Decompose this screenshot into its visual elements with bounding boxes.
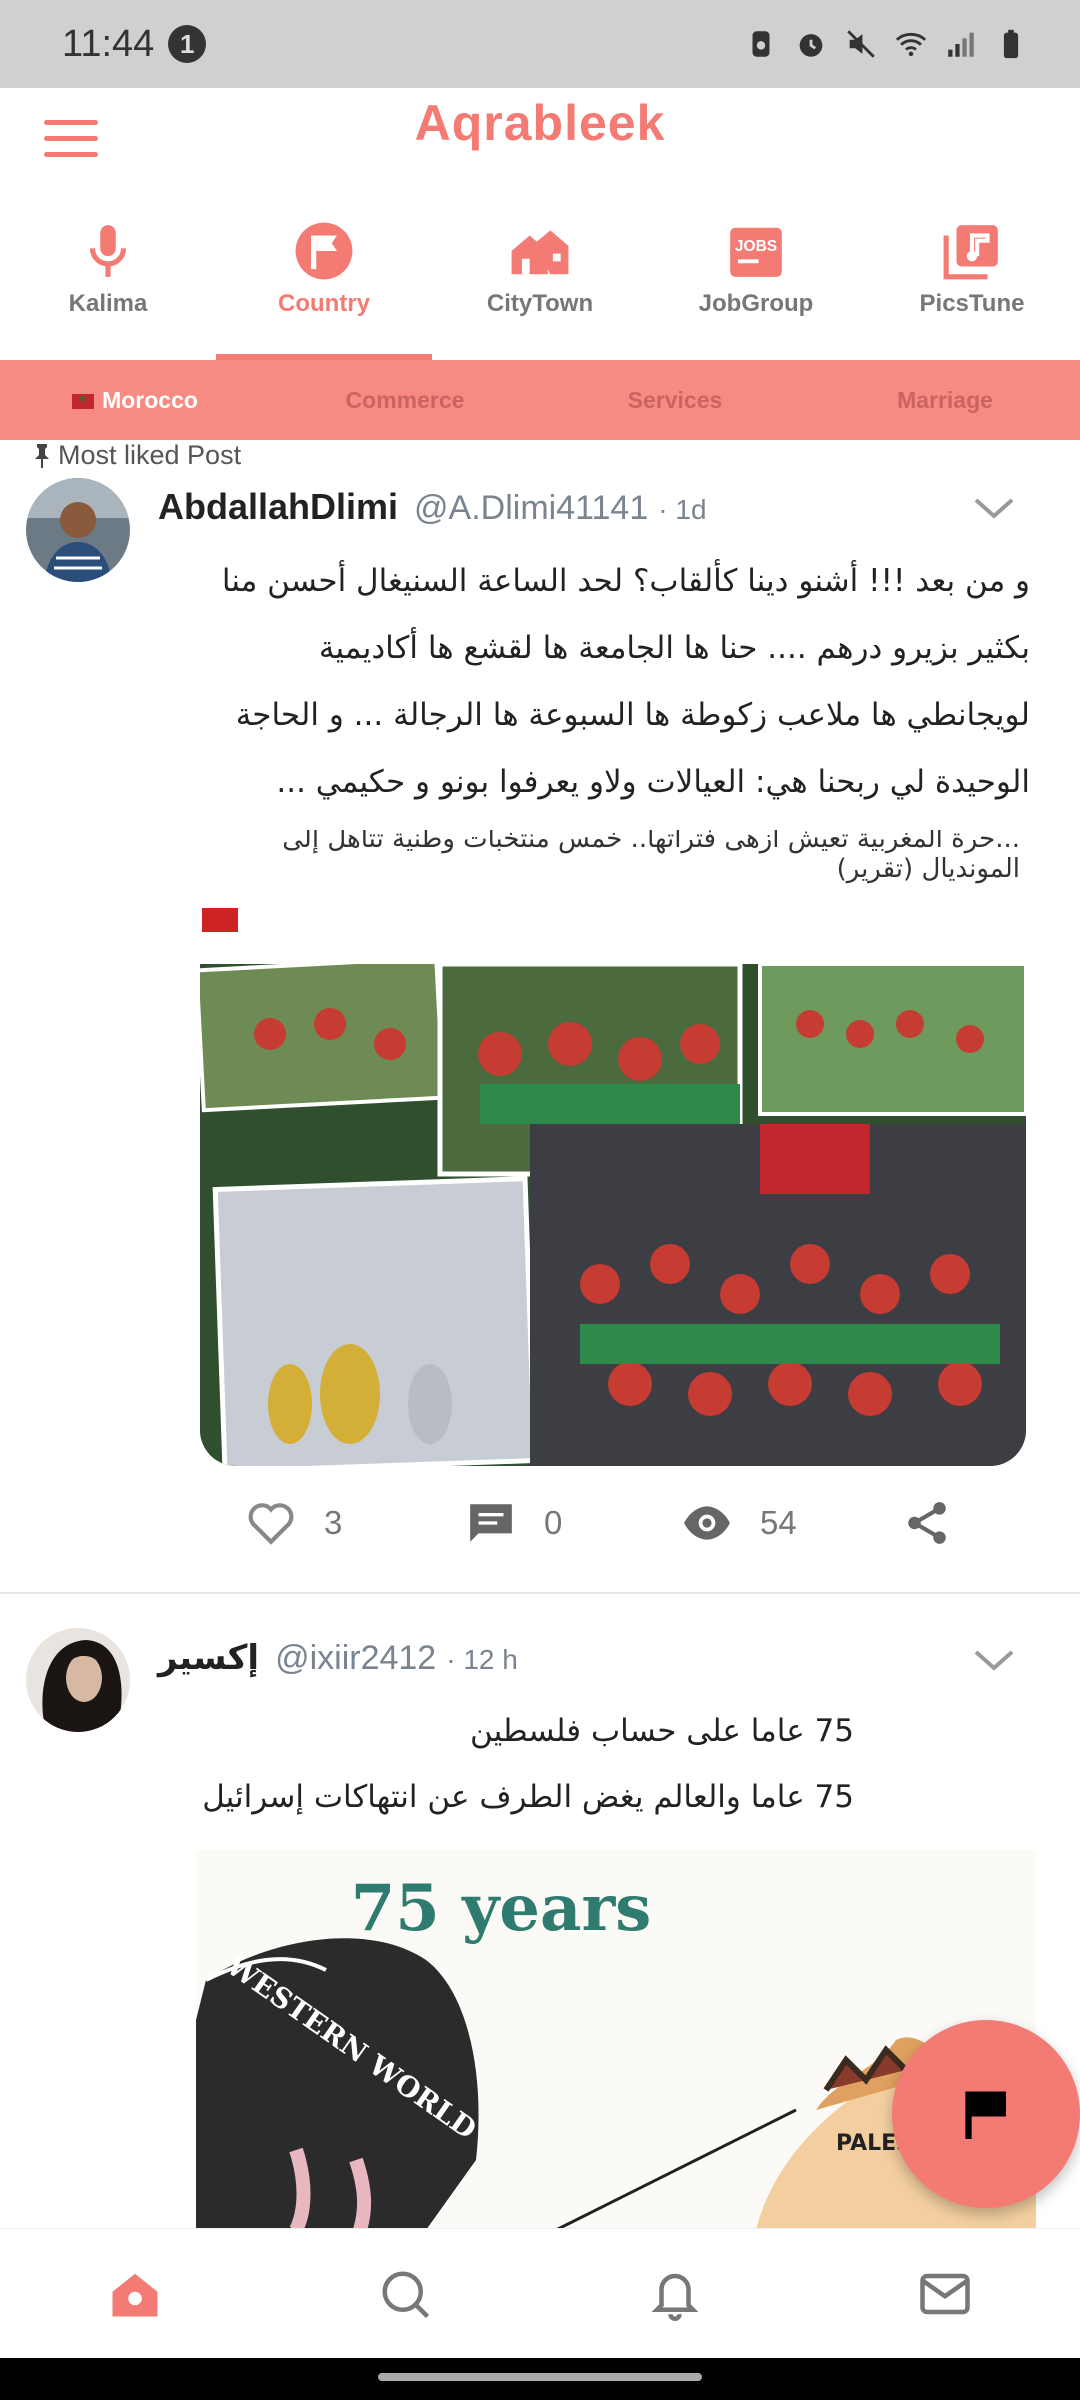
home-icon <box>112 2273 158 2316</box>
nav-notifications[interactable] <box>540 2229 810 2358</box>
subtab-label: Morocco <box>102 386 198 413</box>
status-icons <box>744 27 1028 61</box>
tab-kalima[interactable]: Kalima <box>0 200 216 360</box>
author-name[interactable]: AbdallahDlimi <box>158 486 398 527</box>
svg-text:JOBS: JOBS <box>735 238 777 255</box>
new-post-fab[interactable] <box>892 2020 1080 2208</box>
post-author[interactable]: إكسير @ixiir2412 · 12 h <box>158 1636 518 1678</box>
nav-home[interactable] <box>0 2229 270 2358</box>
post-image[interactable]: ...حرة المغربية تعيش أزهى فتراتها.. خمس … <box>196 830 1030 1470</box>
subtab-marriage[interactable]: Marriage <box>810 387 1080 414</box>
post-text: و من بعد !!! أشنو دينا كألقاب؟ لحد الساع… <box>150 548 1030 816</box>
comment-icon <box>470 1504 512 1542</box>
cartoon-title: 75 years <box>351 1871 651 1946</box>
pin-icon <box>35 443 49 468</box>
wifi-icon <box>895 32 927 57</box>
avatar[interactable] <box>26 1628 130 1732</box>
post-time: · 1d <box>658 494 707 525</box>
microphone-icon <box>89 225 127 277</box>
signal-icon <box>948 32 974 57</box>
subtab-services[interactable]: Services <box>540 387 810 414</box>
app-header: Aqrableek <box>0 88 1080 188</box>
photo-collage <box>200 964 1026 1466</box>
nav-messages[interactable] <box>810 2229 1080 2358</box>
tab-label: Kalima <box>68 290 148 317</box>
subtab-commerce[interactable]: Commerce <box>270 387 540 414</box>
country-subtabs: Morocco Commerce Services Marriage <box>0 360 1080 440</box>
morocco-flag-icon <box>72 393 95 409</box>
tab-country[interactable]: Country <box>216 200 432 360</box>
comment-button[interactable]: 0 <box>466 1498 562 1548</box>
tab-jobgroup[interactable]: JOBS JobGroup <box>648 200 864 360</box>
chevron-down-icon[interactable] <box>972 494 1016 524</box>
author-handle[interactable]: @A.Dlimi41141 <box>414 489 648 527</box>
battery-saver-icon <box>752 31 770 57</box>
avatar[interactable] <box>26 478 130 582</box>
comment-count: 0 <box>544 1504 563 1541</box>
share-button[interactable] <box>902 1498 980 1548</box>
post-text-line: و من بعد !!! أشنو دينا كألقاب؟ لحد الساع… <box>221 563 1030 599</box>
post-divider <box>0 1592 1080 1594</box>
tab-label: CityTown <box>486 290 594 317</box>
tab-label: Country <box>278 290 370 317</box>
search-icon <box>382 2271 430 2318</box>
pinned-label-text: Most liked Post <box>58 440 242 470</box>
author-name[interactable]: إكسير <box>158 1638 259 1678</box>
subtab-morocco[interactable]: Morocco <box>0 387 270 414</box>
post-text-line: 75 عاما والعالم يغض الطرف عن انتهاكات إس… <box>202 1779 854 1815</box>
notification-count-badge: 1 <box>168 25 207 63</box>
category-tabs: Kalima Country CityTown JOBS JobGroup Pi… <box>0 200 1080 360</box>
alarm-icon <box>799 34 823 57</box>
author-handle[interactable]: @ixiir2412 <box>275 1639 436 1677</box>
post-time: · 12 h <box>446 1644 518 1675</box>
music-pics-icon <box>943 225 998 280</box>
source-logo <box>202 908 238 932</box>
app-logo: Aqrableek <box>414 95 666 151</box>
status-time: 11:44 <box>62 22 155 65</box>
tab-citytown[interactable]: CityTown <box>432 200 648 360</box>
post-author[interactable]: AbdallahDlimi @A.Dlimi41141 · 1d <box>158 486 707 528</box>
bell-icon <box>651 2273 699 2321</box>
status-bar: 11:44 1 <box>0 0 1080 88</box>
image-headline: ...حرة المغربية تعيش أزهى فتراتها.. خمس … <box>282 830 1020 854</box>
post-text-line: لويجانطي ها ملاعب زكوطة ها السبوعة ها ال… <box>235 697 1030 733</box>
post-text: 75 عاما على حساب فلسطين 75 عاما والعالم … <box>150 1698 854 1830</box>
mail-icon <box>920 2273 970 2314</box>
like-button[interactable]: 3 <box>246 1498 342 1548</box>
flag-icon <box>965 2091 1006 2139</box>
share-icon <box>908 1502 946 1544</box>
tab-label: JobGroup <box>698 290 814 317</box>
post-image[interactable]: 75 years WESTERN WORLD PALES <box>196 1850 1036 2230</box>
jobs-icon: JOBS <box>730 227 782 277</box>
home-indicator[interactable] <box>378 2373 702 2381</box>
eye-icon <box>684 1506 730 1540</box>
mute-icon <box>847 30 875 58</box>
heart-icon <box>248 1503 294 1545</box>
bottom-navigation <box>0 2228 1080 2358</box>
post-text-line: بكثير بزيرو درهم .... حنا ها الجامعة ها … <box>318 630 1030 666</box>
houses-icon <box>511 230 569 275</box>
post-text-line: الوحيدة لي ربحنا هي: العيالات ولاو يعرفو… <box>276 764 1030 800</box>
image-headline: المونديال (تقرير) <box>836 854 1020 884</box>
post-text-line: 75 عاما على حساب فلسطين <box>469 1713 854 1749</box>
system-gesture-bar <box>0 2358 1080 2400</box>
tab-label: PicsTune <box>919 290 1025 317</box>
battery-icon <box>1003 29 1019 59</box>
chevron-down-icon[interactable] <box>972 1646 1016 1676</box>
post-actions: 3 0 54 <box>0 1498 1080 1568</box>
tab-picstune[interactable]: PicsTune <box>864 200 1080 360</box>
pinned-label: Most liked Post <box>30 440 241 471</box>
like-count: 3 <box>324 1504 343 1541</box>
nav-search[interactable] <box>270 2229 540 2358</box>
image-article-header: ...حرة المغربية تعيش أزهى فتراتها.. خمس … <box>196 830 1030 960</box>
views-counter: 54 <box>682 1498 797 1548</box>
view-count: 54 <box>760 1504 797 1541</box>
flag-circle-icon <box>295 222 353 280</box>
